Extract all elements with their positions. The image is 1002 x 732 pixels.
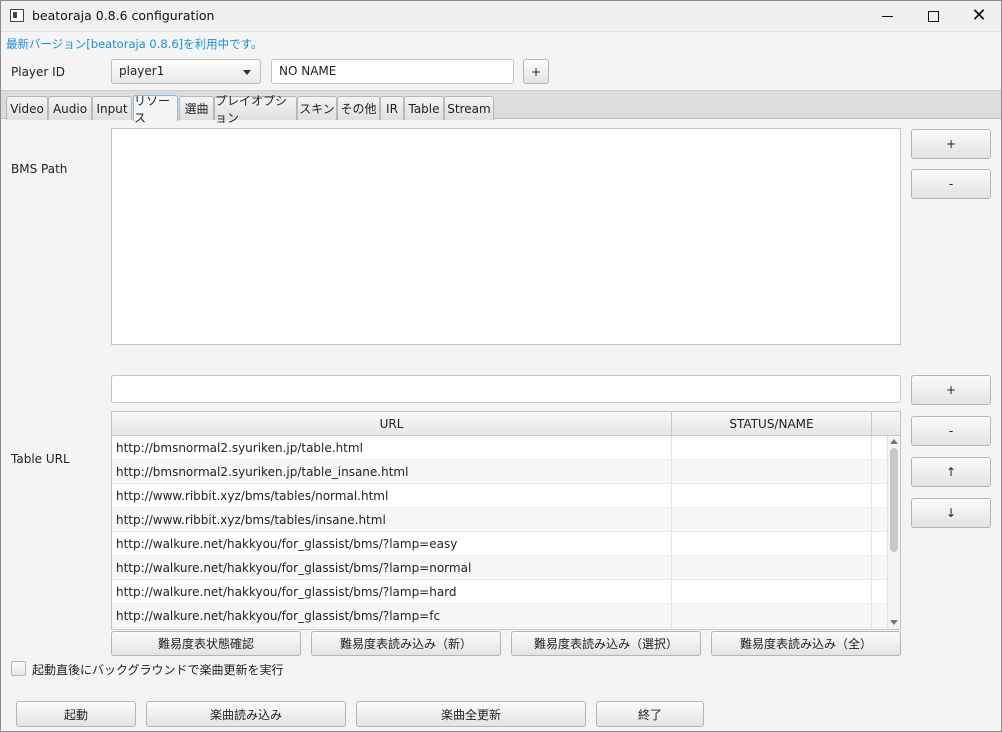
tab-other[interactable]: その他: [337, 96, 380, 120]
table-row[interactable]: http://www.ribbit.xyz/bms/tables/insane.…: [112, 508, 887, 532]
table-url-label: Table URL: [11, 452, 70, 466]
minimize-button[interactable]: [864, 0, 910, 32]
status-cell: [672, 484, 872, 508]
status-cell: [672, 532, 872, 556]
status-cell: [672, 556, 872, 580]
check-table-status-button[interactable]: 難易度表状態確認: [111, 631, 301, 656]
url-cell: http://walkure.net/hakkyou/for_glassist/…: [112, 580, 672, 604]
player-id-label: Player ID: [11, 65, 65, 79]
status-cell: [672, 436, 872, 460]
scrollbar-thumb[interactable]: [890, 448, 898, 552]
tab-audio[interactable]: Audio: [48, 96, 92, 120]
url-cell: http://bmsnormal2.syuriken.jp/table_insa…: [112, 460, 672, 484]
close-button[interactable]: ✕: [956, 0, 1002, 32]
remove-bms-path-button[interactable]: -: [911, 169, 991, 199]
move-up-button[interactable]: ↑: [911, 457, 991, 487]
table-url-input[interactable]: [111, 375, 901, 403]
status-cell: [672, 580, 872, 604]
exit-button[interactable]: 終了: [596, 701, 704, 727]
load-selected-tables-button[interactable]: 難易度表読み込み（選択）: [511, 631, 701, 656]
maximize-icon: [927, 10, 939, 22]
add-player-button[interactable]: +: [523, 59, 549, 84]
add-table-url-button[interactable]: +: [911, 375, 991, 405]
tab-video[interactable]: Video: [6, 96, 48, 120]
scroll-down-arrow-icon[interactable]: [890, 620, 898, 625]
tab-stream[interactable]: Stream: [444, 96, 494, 120]
url-cell: http://bmsnormal2.syuriken.jp/table.html: [112, 436, 672, 460]
table-url-table: URL STATUS/NAME http://bmsnormal2.syurik…: [111, 411, 901, 630]
tab-table[interactable]: Table: [404, 96, 444, 120]
column-header-url[interactable]: URL: [112, 412, 672, 436]
bms-path-label: BMS Path: [11, 162, 68, 176]
scroll-up-arrow-icon[interactable]: [890, 439, 898, 444]
status-cell: [672, 604, 872, 628]
start-button[interactable]: 起動: [16, 701, 136, 727]
load-all-tables-button[interactable]: 難易度表読み込み（全）: [711, 631, 901, 656]
tab-skin[interactable]: スキン: [297, 96, 337, 120]
table-header: URL STATUS/NAME: [112, 412, 900, 436]
table-row[interactable]: http://bmsnormal2.syuriken.jp/table.html: [112, 436, 887, 460]
bms-path-list[interactable]: [111, 128, 901, 345]
add-bms-path-button[interactable]: +: [911, 129, 991, 159]
table-row[interactable]: http://walkure.net/hakkyou/for_glassist/…: [112, 532, 887, 556]
update-all-songs-button[interactable]: 楽曲全更新: [356, 701, 586, 727]
maximize-button[interactable]: [910, 0, 956, 32]
background-update-label: 起動直後にバックグラウンドで楽曲更新を実行: [32, 663, 284, 677]
status-cell: [672, 508, 872, 532]
minimize-icon: [881, 15, 893, 17]
tab-song-select[interactable]: 選曲: [179, 96, 214, 120]
table-row[interactable]: http://www.ribbit.xyz/bms/tables/normal.…: [112, 484, 887, 508]
tab-play-options[interactable]: プレイオプション: [214, 94, 297, 125]
app-window-icon: [10, 9, 24, 22]
window-title: beatoraja 0.8.6 configuration: [32, 8, 215, 23]
column-header-status[interactable]: STATUS/NAME: [672, 412, 872, 436]
background-update-checkbox[interactable]: [11, 661, 26, 676]
close-icon: ✕: [971, 5, 987, 26]
player-id-selected-value: player1: [119, 64, 165, 78]
table-row[interactable]: http://bmsnormal2.syuriken.jp/table_insa…: [112, 460, 887, 484]
tab-input[interactable]: Input: [92, 96, 132, 120]
tab-ir[interactable]: IR: [380, 96, 404, 120]
player-id-select[interactable]: player1: [111, 59, 261, 84]
table-row[interactable]: http://walkure.net/hakkyou/for_glassist/…: [112, 604, 887, 628]
url-cell: http://www.ribbit.xyz/bms/tables/normal.…: [112, 484, 672, 508]
player-name-input[interactable]: NO NAME: [271, 59, 514, 84]
table-row[interactable]: http://walkure.net/hakkyou/for_glassist/…: [112, 556, 887, 580]
url-cell: http://walkure.net/hakkyou/for_glassist/…: [112, 532, 672, 556]
url-cell: http://walkure.net/hakkyou/for_glassist/…: [112, 556, 672, 580]
version-notice: 最新バージョン[beatoraja 0.8.6]を利用中です。: [6, 37, 263, 51]
load-songs-button[interactable]: 楽曲読み込み: [146, 701, 346, 727]
move-down-button[interactable]: ↓: [911, 498, 991, 528]
chevron-down-icon: [243, 70, 251, 75]
table-row[interactable]: http://walkure.net/hakkyou/for_glassist/…: [112, 580, 887, 604]
status-cell: [672, 460, 872, 484]
tab-strip: Video Audio Input リソース 選曲 プレイオプション スキン そ…: [0, 90, 1002, 125]
title-bar: beatoraja 0.8.6 configuration ✕: [0, 0, 1002, 32]
load-new-tables-button[interactable]: 難易度表読み込み（新）: [311, 631, 501, 656]
url-cell: http://www.ribbit.xyz/bms/tables/insane.…: [112, 508, 672, 532]
remove-table-url-button[interactable]: -: [911, 416, 991, 446]
url-cell: http://walkure.net/hakkyou/for_glassist/…: [112, 604, 672, 628]
tab-resources[interactable]: リソース: [133, 94, 178, 125]
table-scrollbar[interactable]: [887, 436, 900, 629]
